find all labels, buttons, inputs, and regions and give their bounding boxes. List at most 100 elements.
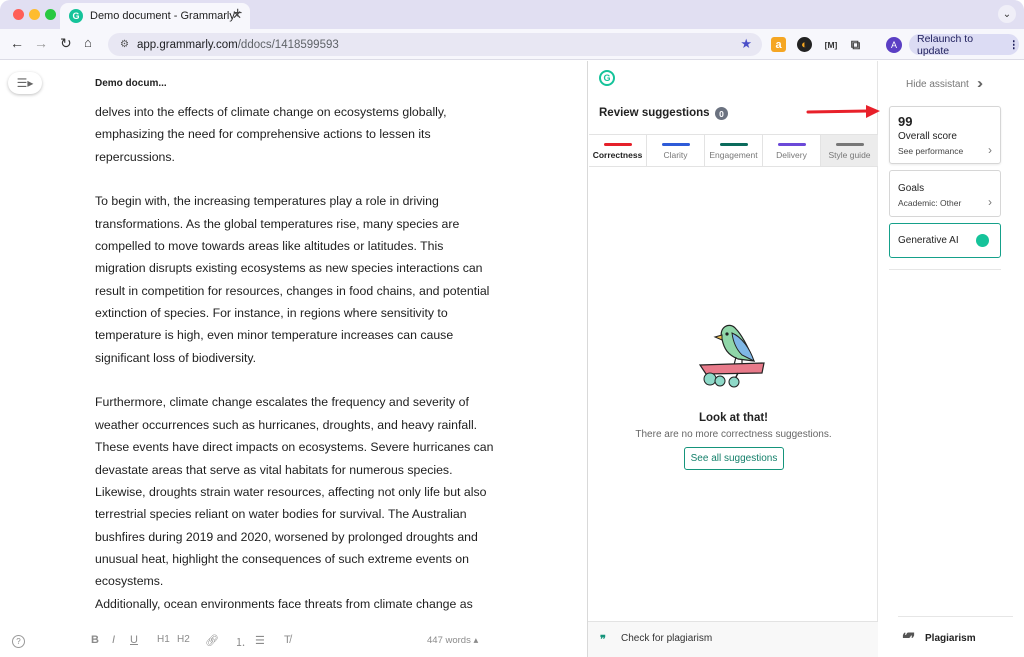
m-extension-icon[interactable]: [M]: [821, 37, 841, 52]
divider: [889, 269, 1001, 270]
bookmark-star-icon[interactable]: ★: [740, 36, 752, 52]
empty-state-heading: Look at that!: [699, 412, 768, 424]
heading1-button[interactable]: H1: [157, 634, 170, 645]
minimize-window-button[interactable]: [29, 9, 40, 20]
paragraph-spacer: [95, 369, 515, 391]
tab-search-chevron-icon[interactable]: ⌄: [998, 5, 1016, 23]
tab-label: Correctness: [592, 150, 643, 160]
browser-tab-active[interactable]: G Demo document - Grammarly ✕: [60, 3, 250, 29]
document-line[interactable]: temperature is high, even minor temperat…: [95, 324, 515, 346]
category-tabs: Correctness Clarity Engagement Delivery Styl…: [589, 134, 878, 167]
document-line[interactable]: compelled to move towards areas like alt…: [95, 235, 515, 257]
document-line[interactable]: bushfires during 2019 and 2020, worsened…: [95, 526, 515, 548]
check-plagiarism-bar[interactable]: ❞ Check for plagiarism: [588, 621, 879, 657]
address-bar[interactable]: ⚙ app.grammarly.com/ddocs/1418599593 ★: [108, 33, 762, 56]
review-suggestions-panel: G Review suggestions 0 Correctness Clarit…: [587, 61, 879, 657]
tab-color-bar: [777, 143, 806, 146]
hamburger-menu-icon: ☰▸: [16, 76, 34, 90]
document-body[interactable]: delves into the effects of climate chang…: [95, 101, 515, 615]
overall-score-card[interactable]: 99 Overall score See performance ›: [889, 106, 1001, 164]
heading2-button[interactable]: H2: [177, 634, 190, 645]
italic-button[interactable]: I: [112, 634, 115, 646]
tab-correctness[interactable]: Correctness: [589, 135, 647, 166]
document-editor[interactable]: ☰▸ Demo docum... delves into the effects…: [0, 61, 587, 657]
tab-strip: G Demo document - Grammarly ✕ + ⌄: [0, 0, 1024, 29]
document-line[interactable]: result in competition for resources, cha…: [95, 280, 515, 302]
word-count-label: 447 words: [427, 635, 471, 646]
link-icon[interactable]: 🔗︎: [205, 634, 219, 647]
zoom-window-button[interactable]: [45, 9, 56, 20]
relaunch-label: Relaunch to update: [917, 32, 974, 57]
hide-assistant-button[interactable]: Hide assistant: [906, 79, 969, 90]
tab-engagement[interactable]: Engagement: [705, 135, 763, 166]
quote-marks-icon: ❝❞: [902, 630, 915, 646]
word-count[interactable]: 447 words ▴: [427, 635, 478, 646]
document-line[interactable]: delves into the effects of climate chang…: [95, 101, 515, 123]
tab-color-bar: [603, 143, 632, 146]
document-line[interactable]: repercussions.: [95, 146, 515, 168]
tab-label: Engagement: [709, 150, 758, 160]
site-settings-icon[interactable]: ⚙: [120, 39, 129, 50]
more-vertical-icon: ⋮: [1008, 38, 1020, 51]
document-line[interactable]: devastate areas that serve as vital habi…: [95, 459, 515, 481]
back-arrow-icon[interactable]: ←: [10, 35, 24, 51]
forward-arrow-icon[interactable]: →: [34, 35, 48, 51]
document-line[interactable]: unusual heat, highlight the consequences…: [95, 548, 515, 570]
document-line[interactable]: migration disrupts existing ecosystems a…: [95, 257, 515, 279]
plagiarism-button[interactable]: ❝❞ Plagiarism: [898, 616, 1013, 646]
new-tab-button[interactable]: +: [233, 5, 242, 23]
document-line[interactable]: transformations. As the global temperatu…: [95, 213, 515, 235]
check-plagiarism-label: Check for plagiarism: [621, 633, 713, 644]
review-title: Review suggestions: [599, 107, 710, 119]
profile-avatar[interactable]: A: [886, 37, 902, 53]
grammarly-logo-icon[interactable]: G: [599, 70, 615, 86]
assistant-sidebar: Hide assistant ›› 99 Overall score See p…: [878, 61, 1024, 657]
goals-value: Academic: Other: [898, 198, 962, 208]
generative-ai-label: Generative AI: [898, 235, 959, 246]
annotation-arrow-icon: [806, 105, 880, 118]
document-line[interactable]: emphasizing the need for comprehensive a…: [95, 123, 515, 145]
amazon-extension-icon[interactable]: a: [771, 37, 786, 52]
double-chevron-right-icon[interactable]: ››: [977, 75, 983, 92]
reload-icon[interactable]: ↻: [60, 35, 72, 52]
tab-label: Clarity: [663, 150, 688, 160]
document-line[interactable]: ecosystems.: [95, 570, 515, 592]
lightbulb-icon: [976, 234, 989, 247]
close-window-button[interactable]: [13, 9, 24, 20]
browser-window: G Demo document - Grammarly ✕ + ⌄ ← → ↻ …: [0, 0, 1024, 657]
clear-formatting-icon[interactable]: T̸: [284, 634, 291, 646]
see-performance-link[interactable]: See performance: [898, 146, 963, 156]
document-line[interactable]: extinction of species. For instance, in …: [95, 302, 515, 324]
tab-style-guide[interactable]: Style guide: [821, 135, 878, 166]
document-line[interactable]: weather occurrences such as hurricanes, …: [95, 414, 515, 436]
paragraph-spacer: [95, 168, 515, 190]
tab-clarity[interactable]: Clarity: [647, 135, 705, 166]
browser-toolbar: ← → ↻ ⌂ ⚙ app.grammarly.com/ddocs/141859…: [0, 29, 1024, 60]
see-all-suggestions-button[interactable]: See all suggestions: [684, 447, 784, 470]
generative-ai-button[interactable]: Generative AI: [889, 223, 1001, 258]
document-menu-button[interactable]: ☰▸: [8, 72, 42, 94]
overall-score-label: Overall score: [898, 131, 957, 142]
document-line[interactable]: significant loss of biodiversity.: [95, 347, 515, 369]
document-line[interactable]: Additionally, ocean environments face th…: [95, 593, 515, 615]
goals-card[interactable]: Goals Academic: Other ›: [889, 170, 1001, 217]
bold-button[interactable]: B: [91, 634, 99, 646]
extension-circle-icon[interactable]: ◐: [797, 37, 812, 52]
tab-delivery[interactable]: Delivery: [763, 135, 821, 166]
help-icon[interactable]: ?: [12, 635, 25, 648]
document-line[interactable]: Furthermore, climate change escalates th…: [95, 391, 515, 413]
relaunch-to-update-button[interactable]: Relaunch to update ⋮: [909, 32, 1020, 57]
numbered-list-icon[interactable]: ⒈: [235, 634, 246, 650]
document-line[interactable]: To begin with, the increasing temperatur…: [95, 190, 515, 212]
document-line[interactable]: These events have direct impacts on ecos…: [95, 436, 515, 458]
underline-button[interactable]: U: [130, 634, 138, 646]
goals-label: Goals: [898, 183, 925, 194]
plagiarism-label: Plagiarism: [925, 633, 976, 644]
extensions-puzzle-icon[interactable]: ⧉: [848, 37, 863, 52]
document-line[interactable]: terrestrial species reliant on water bod…: [95, 503, 515, 525]
document-line[interactable]: Likewise, droughts strain water resource…: [95, 481, 515, 503]
document-title[interactable]: Demo docum...: [95, 78, 167, 89]
home-icon[interactable]: ⌂: [84, 35, 92, 50]
bullet-list-icon[interactable]: ☰: [255, 634, 265, 647]
quote-icon: ❞: [600, 634, 606, 646]
